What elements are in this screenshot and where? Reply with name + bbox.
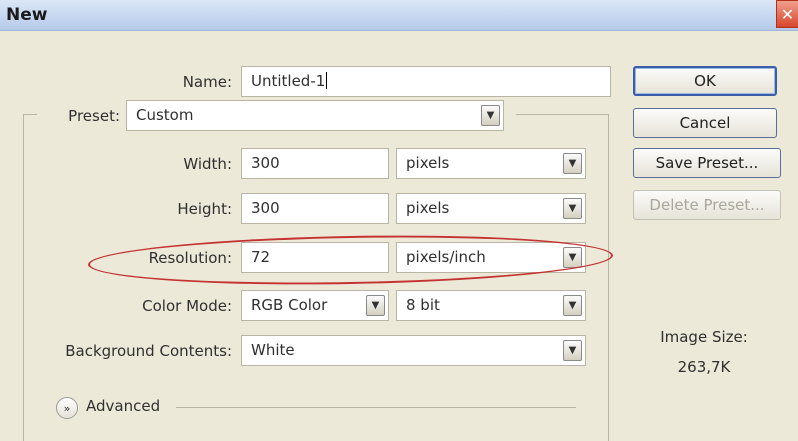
chevron-down-icon: ▼	[563, 295, 582, 316]
preset-select[interactable]: Custom ▼	[126, 100, 504, 131]
preset-label: Preset:	[68, 107, 120, 125]
width-input[interactable]: 300	[241, 148, 389, 179]
color-mode-select[interactable]: RGB Color ▼	[241, 290, 389, 321]
background-contents-label: Background Contents:	[65, 342, 232, 360]
text-cursor	[326, 72, 328, 89]
ok-button[interactable]: OK	[633, 66, 777, 96]
height-unit-select[interactable]: pixels ▼	[396, 193, 586, 224]
chevron-down-icon: ▼	[563, 153, 582, 174]
width-unit-select[interactable]: pixels ▼	[396, 148, 586, 179]
image-size-label: Image Size:	[660, 328, 748, 346]
close-icon: ✕	[780, 4, 795, 24]
title-bar: New ✕	[0, 0, 798, 31]
background-contents-select[interactable]: White ▼	[241, 335, 586, 366]
name-label: Name:	[182, 73, 232, 91]
resolution-unit-select[interactable]: pixels/inch ▼	[396, 242, 586, 273]
chevron-down-icon: ▼	[481, 105, 500, 126]
advanced-toggle[interactable]: »	[56, 397, 78, 419]
chevron-down-icon: ▼	[563, 340, 582, 361]
bit-depth-select[interactable]: 8 bit ▼	[396, 290, 586, 321]
dialog-title: New	[6, 5, 48, 25]
name-input[interactable]: Untitled-1	[241, 66, 611, 97]
height-input[interactable]: 300	[241, 193, 389, 224]
resolution-label: Resolution:	[148, 249, 232, 267]
width-label: Width:	[183, 155, 232, 173]
chevron-down-icon: ▼	[563, 198, 582, 219]
double-chevron-down-icon: »	[63, 401, 71, 415]
preset-group-border-top-left	[23, 114, 37, 115]
chevron-down-icon: ▼	[563, 247, 582, 268]
height-label: Height:	[177, 200, 232, 218]
cancel-button[interactable]: Cancel	[633, 108, 777, 138]
advanced-divider	[176, 407, 576, 408]
resolution-input[interactable]: 72	[241, 242, 389, 273]
preset-group-border-top-right	[516, 114, 609, 115]
preset-group-border-right	[608, 114, 609, 441]
delete-preset-button[interactable]: Delete Preset...	[633, 190, 781, 220]
image-size-value: 263,7K	[677, 358, 731, 376]
close-button[interactable]: ✕	[776, 0, 798, 28]
preset-group-border-left	[23, 114, 24, 441]
advanced-label: Advanced	[86, 397, 161, 415]
chevron-down-icon: ▼	[366, 295, 385, 316]
color-mode-label: Color Mode:	[142, 297, 232, 315]
save-preset-button[interactable]: Save Preset...	[633, 148, 781, 178]
